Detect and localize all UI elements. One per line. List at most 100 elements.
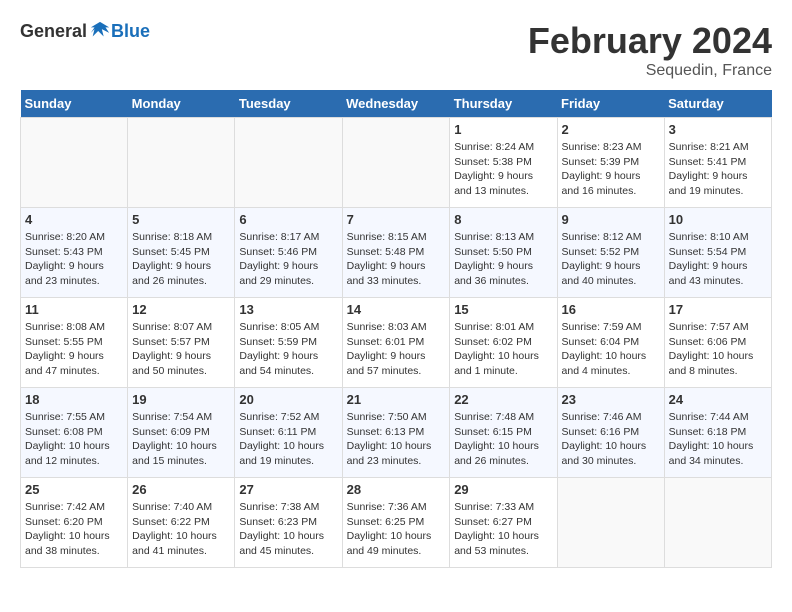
day-info: Sunrise: 8:23 AM Sunset: 5:39 PM Dayligh… — [562, 140, 660, 199]
day-info: Sunrise: 7:48 AM Sunset: 6:15 PM Dayligh… — [454, 410, 552, 469]
day-info: Sunrise: 8:12 AM Sunset: 5:52 PM Dayligh… — [562, 230, 660, 289]
day-info: Sunrise: 8:01 AM Sunset: 6:02 PM Dayligh… — [454, 320, 552, 379]
calendar-cell: 26Sunrise: 7:40 AM Sunset: 6:22 PM Dayli… — [128, 478, 235, 568]
col-thursday: Thursday — [450, 90, 557, 118]
calendar-cell: 19 Sunrise: 7:54 AM Sunset: 6:09 PM Dayli… — [128, 388, 235, 478]
calendar-cell — [557, 478, 664, 568]
day-info: Sunrise: 7:36 AM Sunset: 6:25 PM Dayligh… — [347, 500, 446, 559]
day-info: Sunrise: 8:13 AM Sunset: 5:50 PM Dayligh… — [454, 230, 552, 289]
day-number: 8 — [454, 212, 552, 227]
calendar-cell: 18 Sunrise: 7:55 AM Sunset: 6:08 PM Dayli… — [21, 388, 128, 478]
day-number: 23 — [562, 392, 660, 407]
col-saturday: Saturday — [664, 90, 771, 118]
calendar-cell: 10 Sunrise: 8:10 AM Sunset: 5:54 PM Dayli… — [664, 208, 771, 298]
calendar-cell: 22 Sunrise: 7:48 AM Sunset: 6:15 PM Dayli… — [450, 388, 557, 478]
location-subtitle: Sequedin, France — [528, 62, 772, 80]
logo-blue-text: Blue — [111, 21, 150, 42]
day-info: Sunrise: 8:24 AM Sunset: 5:38 PM Dayligh… — [454, 140, 552, 199]
day-info: Sunrise: 8:10 AM Sunset: 5:54 PM Dayligh… — [669, 230, 767, 289]
calendar-cell: 3 Sunrise: 8:21 AM Sunset: 5:41 PM Daylig… — [664, 118, 771, 208]
calendar-cell: 7 Sunrise: 8:15 AM Sunset: 5:48 PM Daylig… — [342, 208, 450, 298]
month-year-title: February 2024 — [528, 20, 772, 62]
calendar-cell — [235, 118, 342, 208]
calendar-cell — [664, 478, 771, 568]
title-area: February 2024 Sequedin, France — [528, 20, 772, 80]
day-number: 17 — [669, 302, 767, 317]
calendar-cell: 4Sunrise: 8:20 AM Sunset: 5:43 PM Daylig… — [21, 208, 128, 298]
calendar-cell: 17 Sunrise: 7:57 AM Sunset: 6:06 PM Dayli… — [664, 298, 771, 388]
day-info: Sunrise: 8:21 AM Sunset: 5:41 PM Dayligh… — [669, 140, 767, 199]
day-info: Sunrise: 7:57 AM Sunset: 6:06 PM Dayligh… — [669, 320, 767, 379]
calendar-cell: 11 Sunrise: 8:08 AM Sunset: 5:55 PM Dayli… — [21, 298, 128, 388]
day-number: 29 — [454, 482, 552, 497]
day-number: 16 — [562, 302, 660, 317]
calendar-cell: 29Sunrise: 7:33 AM Sunset: 6:27 PM Dayli… — [450, 478, 557, 568]
day-number: 24 — [669, 392, 767, 407]
day-number: 21 — [347, 392, 446, 407]
day-info: Sunrise: 7:59 AM Sunset: 6:04 PM Dayligh… — [562, 320, 660, 379]
day-number: 3 — [669, 122, 767, 137]
calendar-cell: 13Sunrise: 8:05 AM Sunset: 5:59 PM Dayli… — [235, 298, 342, 388]
col-friday: Friday — [557, 90, 664, 118]
calendar-cell — [128, 118, 235, 208]
calendar-cell: 28Sunrise: 7:36 AM Sunset: 6:25 PM Dayli… — [342, 478, 450, 568]
day-number: 19 — [132, 392, 230, 407]
calendar-week-row: 11 Sunrise: 8:08 AM Sunset: 5:55 PM Dayli… — [21, 298, 772, 388]
day-info: Sunrise: 8:18 AM Sunset: 5:45 PM Dayligh… — [132, 230, 230, 289]
calendar-cell: 21 Sunrise: 7:50 AM Sunset: 6:13 PM Dayli… — [342, 388, 450, 478]
day-number: 25 — [25, 482, 123, 497]
calendar-week-row: 18 Sunrise: 7:55 AM Sunset: 6:08 PM Dayli… — [21, 388, 772, 478]
day-info: Sunrise: 7:50 AM Sunset: 6:13 PM Dayligh… — [347, 410, 446, 469]
day-info: Sunrise: 7:54 AM Sunset: 6:09 PM Dayligh… — [132, 410, 230, 469]
logo-bird-icon — [89, 20, 111, 42]
calendar-cell: 8 Sunrise: 8:13 AM Sunset: 5:50 PM Daylig… — [450, 208, 557, 298]
calendar-header: Sunday Monday Tuesday Wednesday Thursday… — [21, 90, 772, 118]
calendar-cell: 25 Sunrise: 7:42 AM Sunset: 6:20 PM Dayli… — [21, 478, 128, 568]
day-number: 22 — [454, 392, 552, 407]
day-number: 2 — [562, 122, 660, 137]
calendar-week-row: 1Sunrise: 8:24 AM Sunset: 5:38 PM Daylig… — [21, 118, 772, 208]
day-info: Sunrise: 7:40 AM Sunset: 6:22 PM Dayligh… — [132, 500, 230, 559]
day-number: 4 — [25, 212, 123, 227]
calendar-cell: 27 Sunrise: 7:38 AM Sunset: 6:23 PM Dayli… — [235, 478, 342, 568]
page-header: General Blue February 2024 Sequedin, Fra… — [20, 20, 772, 80]
day-info: Sunrise: 8:08 AM Sunset: 5:55 PM Dayligh… — [25, 320, 123, 379]
day-info: Sunrise: 7:46 AM Sunset: 6:16 PM Dayligh… — [562, 410, 660, 469]
day-number: 15 — [454, 302, 552, 317]
calendar-week-row: 4Sunrise: 8:20 AM Sunset: 5:43 PM Daylig… — [21, 208, 772, 298]
calendar-cell: 24 Sunrise: 7:44 AM Sunset: 6:18 PM Dayli… — [664, 388, 771, 478]
col-monday: Monday — [128, 90, 235, 118]
calendar-body: 1Sunrise: 8:24 AM Sunset: 5:38 PM Daylig… — [21, 118, 772, 568]
day-number: 11 — [25, 302, 123, 317]
calendar-cell: 5 Sunrise: 8:18 AM Sunset: 5:45 PM Daylig… — [128, 208, 235, 298]
calendar-cell: 2 Sunrise: 8:23 AM Sunset: 5:39 PM Daylig… — [557, 118, 664, 208]
day-info: Sunrise: 7:52 AM Sunset: 6:11 PM Dayligh… — [239, 410, 337, 469]
day-number: 5 — [132, 212, 230, 227]
day-info: Sunrise: 8:07 AM Sunset: 5:57 PM Dayligh… — [132, 320, 230, 379]
calendar-cell: 1Sunrise: 8:24 AM Sunset: 5:38 PM Daylig… — [450, 118, 557, 208]
logo-general-text: General — [20, 21, 87, 42]
calendar-cell: 15 Sunrise: 8:01 AM Sunset: 6:02 PM Dayli… — [450, 298, 557, 388]
day-number: 13 — [239, 302, 337, 317]
day-info: Sunrise: 7:44 AM Sunset: 6:18 PM Dayligh… — [669, 410, 767, 469]
col-tuesday: Tuesday — [235, 90, 342, 118]
calendar-cell: 12Sunrise: 8:07 AM Sunset: 5:57 PM Dayli… — [128, 298, 235, 388]
calendar-cell: 14Sunrise: 8:03 AM Sunset: 6:01 PM Dayli… — [342, 298, 450, 388]
day-number: 7 — [347, 212, 446, 227]
day-info: Sunrise: 7:42 AM Sunset: 6:20 PM Dayligh… — [25, 500, 123, 559]
col-sunday: Sunday — [21, 90, 128, 118]
day-info: Sunrise: 8:15 AM Sunset: 5:48 PM Dayligh… — [347, 230, 446, 289]
calendar-cell — [21, 118, 128, 208]
calendar-cell: 16 Sunrise: 7:59 AM Sunset: 6:04 PM Dayli… — [557, 298, 664, 388]
day-number: 14 — [347, 302, 446, 317]
day-number: 9 — [562, 212, 660, 227]
calendar-table: Sunday Monday Tuesday Wednesday Thursday… — [20, 90, 772, 568]
day-number: 10 — [669, 212, 767, 227]
calendar-cell — [342, 118, 450, 208]
day-number: 27 — [239, 482, 337, 497]
day-number: 18 — [25, 392, 123, 407]
day-number: 20 — [239, 392, 337, 407]
day-info: Sunrise: 7:55 AM Sunset: 6:08 PM Dayligh… — [25, 410, 123, 469]
calendar-cell: 20 Sunrise: 7:52 AM Sunset: 6:11 PM Dayli… — [235, 388, 342, 478]
day-info: Sunrise: 7:38 AM Sunset: 6:23 PM Dayligh… — [239, 500, 337, 559]
